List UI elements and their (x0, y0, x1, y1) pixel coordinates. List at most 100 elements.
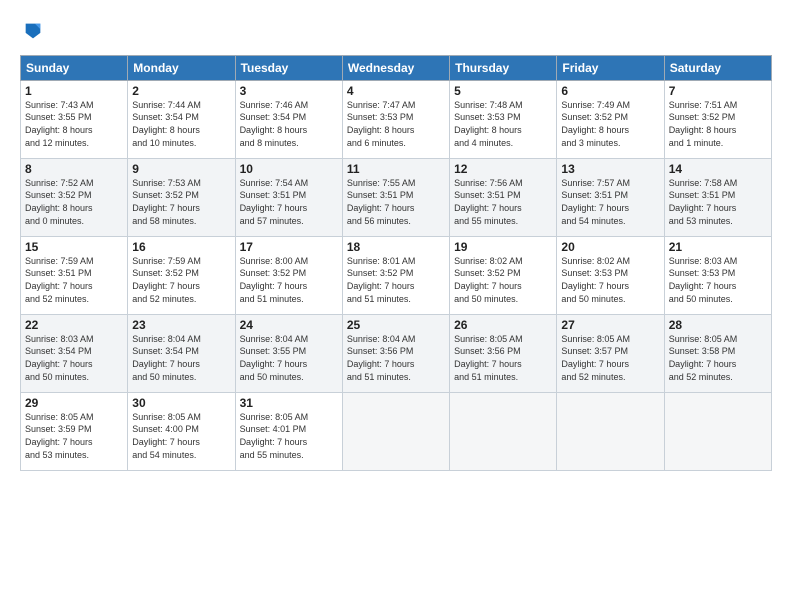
calendar-cell (557, 392, 664, 470)
cell-text: Sunrise: 7:43 AM Sunset: 3:55 PM Dayligh… (25, 99, 123, 149)
day-number: 16 (132, 240, 230, 254)
day-number: 30 (132, 396, 230, 410)
calendar-week-row: 8Sunrise: 7:52 AM Sunset: 3:52 PM Daylig… (21, 158, 772, 236)
cell-text: Sunrise: 8:02 AM Sunset: 3:52 PM Dayligh… (454, 255, 552, 305)
calendar-cell: 4Sunrise: 7:47 AM Sunset: 3:53 PM Daylig… (342, 80, 449, 158)
day-number: 29 (25, 396, 123, 410)
calendar-cell: 6Sunrise: 7:49 AM Sunset: 3:52 PM Daylig… (557, 80, 664, 158)
day-number: 4 (347, 84, 445, 98)
day-number: 10 (240, 162, 338, 176)
calendar-cell: 23Sunrise: 8:04 AM Sunset: 3:54 PM Dayli… (128, 314, 235, 392)
calendar-cell (450, 392, 557, 470)
calendar-cell: 10Sunrise: 7:54 AM Sunset: 3:51 PM Dayli… (235, 158, 342, 236)
day-number: 13 (561, 162, 659, 176)
calendar-cell: 3Sunrise: 7:46 AM Sunset: 3:54 PM Daylig… (235, 80, 342, 158)
calendar-cell: 12Sunrise: 7:56 AM Sunset: 3:51 PM Dayli… (450, 158, 557, 236)
cell-text: Sunrise: 8:02 AM Sunset: 3:53 PM Dayligh… (561, 255, 659, 305)
cell-text: Sunrise: 7:49 AM Sunset: 3:52 PM Dayligh… (561, 99, 659, 149)
day-number: 8 (25, 162, 123, 176)
calendar-cell: 7Sunrise: 7:51 AM Sunset: 3:52 PM Daylig… (664, 80, 771, 158)
cell-text: Sunrise: 8:03 AM Sunset: 3:54 PM Dayligh… (25, 333, 123, 383)
header-tuesday: Tuesday (235, 55, 342, 80)
calendar-cell: 1Sunrise: 7:43 AM Sunset: 3:55 PM Daylig… (21, 80, 128, 158)
day-number: 22 (25, 318, 123, 332)
day-number: 9 (132, 162, 230, 176)
cell-text: Sunrise: 8:04 AM Sunset: 3:56 PM Dayligh… (347, 333, 445, 383)
logo-icon (22, 20, 44, 42)
cell-text: Sunrise: 7:47 AM Sunset: 3:53 PM Dayligh… (347, 99, 445, 149)
day-number: 15 (25, 240, 123, 254)
logo (20, 20, 44, 47)
cell-text: Sunrise: 7:46 AM Sunset: 3:54 PM Dayligh… (240, 99, 338, 149)
calendar-cell: 17Sunrise: 8:00 AM Sunset: 3:52 PM Dayli… (235, 236, 342, 314)
calendar-cell: 14Sunrise: 7:58 AM Sunset: 3:51 PM Dayli… (664, 158, 771, 236)
cell-text: Sunrise: 8:01 AM Sunset: 3:52 PM Dayligh… (347, 255, 445, 305)
cell-text: Sunrise: 7:56 AM Sunset: 3:51 PM Dayligh… (454, 177, 552, 227)
cell-text: Sunrise: 7:52 AM Sunset: 3:52 PM Dayligh… (25, 177, 123, 227)
day-number: 5 (454, 84, 552, 98)
day-number: 6 (561, 84, 659, 98)
cell-text: Sunrise: 8:00 AM Sunset: 3:52 PM Dayligh… (240, 255, 338, 305)
day-number: 26 (454, 318, 552, 332)
calendar-cell: 28Sunrise: 8:05 AM Sunset: 3:58 PM Dayli… (664, 314, 771, 392)
calendar-cell (664, 392, 771, 470)
calendar-cell: 8Sunrise: 7:52 AM Sunset: 3:52 PM Daylig… (21, 158, 128, 236)
cell-text: Sunrise: 8:05 AM Sunset: 3:58 PM Dayligh… (669, 333, 767, 383)
calendar-cell: 13Sunrise: 7:57 AM Sunset: 3:51 PM Dayli… (557, 158, 664, 236)
calendar-cell: 31Sunrise: 8:05 AM Sunset: 4:01 PM Dayli… (235, 392, 342, 470)
calendar-cell (342, 392, 449, 470)
day-number: 7 (669, 84, 767, 98)
calendar-cell: 20Sunrise: 8:02 AM Sunset: 3:53 PM Dayli… (557, 236, 664, 314)
day-number: 3 (240, 84, 338, 98)
day-number: 12 (454, 162, 552, 176)
calendar-cell: 27Sunrise: 8:05 AM Sunset: 3:57 PM Dayli… (557, 314, 664, 392)
cell-text: Sunrise: 7:53 AM Sunset: 3:52 PM Dayligh… (132, 177, 230, 227)
calendar-cell: 26Sunrise: 8:05 AM Sunset: 3:56 PM Dayli… (450, 314, 557, 392)
calendar-cell: 29Sunrise: 8:05 AM Sunset: 3:59 PM Dayli… (21, 392, 128, 470)
cell-text: Sunrise: 8:05 AM Sunset: 3:57 PM Dayligh… (561, 333, 659, 383)
calendar-week-row: 1Sunrise: 7:43 AM Sunset: 3:55 PM Daylig… (21, 80, 772, 158)
cell-text: Sunrise: 7:58 AM Sunset: 3:51 PM Dayligh… (669, 177, 767, 227)
day-number: 2 (132, 84, 230, 98)
cell-text: Sunrise: 8:05 AM Sunset: 4:00 PM Dayligh… (132, 411, 230, 461)
calendar-week-row: 29Sunrise: 8:05 AM Sunset: 3:59 PM Dayli… (21, 392, 772, 470)
cell-text: Sunrise: 8:05 AM Sunset: 3:56 PM Dayligh… (454, 333, 552, 383)
calendar-cell: 16Sunrise: 7:59 AM Sunset: 3:52 PM Dayli… (128, 236, 235, 314)
header-friday: Friday (557, 55, 664, 80)
cell-text: Sunrise: 7:48 AM Sunset: 3:53 PM Dayligh… (454, 99, 552, 149)
calendar-cell: 24Sunrise: 8:04 AM Sunset: 3:55 PM Dayli… (235, 314, 342, 392)
calendar-week-row: 15Sunrise: 7:59 AM Sunset: 3:51 PM Dayli… (21, 236, 772, 314)
calendar-cell: 21Sunrise: 8:03 AM Sunset: 3:53 PM Dayli… (664, 236, 771, 314)
day-number: 14 (669, 162, 767, 176)
day-number: 21 (669, 240, 767, 254)
header-saturday: Saturday (664, 55, 771, 80)
day-number: 19 (454, 240, 552, 254)
day-number: 25 (347, 318, 445, 332)
cell-text: Sunrise: 8:03 AM Sunset: 3:53 PM Dayligh… (669, 255, 767, 305)
cell-text: Sunrise: 7:57 AM Sunset: 3:51 PM Dayligh… (561, 177, 659, 227)
calendar-cell: 9Sunrise: 7:53 AM Sunset: 3:52 PM Daylig… (128, 158, 235, 236)
calendar-week-row: 22Sunrise: 8:03 AM Sunset: 3:54 PM Dayli… (21, 314, 772, 392)
calendar-cell: 15Sunrise: 7:59 AM Sunset: 3:51 PM Dayli… (21, 236, 128, 314)
cell-text: Sunrise: 7:44 AM Sunset: 3:54 PM Dayligh… (132, 99, 230, 149)
day-number: 18 (347, 240, 445, 254)
calendar-cell: 30Sunrise: 8:05 AM Sunset: 4:00 PM Dayli… (128, 392, 235, 470)
cell-text: Sunrise: 7:55 AM Sunset: 3:51 PM Dayligh… (347, 177, 445, 227)
day-number: 20 (561, 240, 659, 254)
day-number: 23 (132, 318, 230, 332)
cell-text: Sunrise: 8:05 AM Sunset: 4:01 PM Dayligh… (240, 411, 338, 461)
day-number: 31 (240, 396, 338, 410)
day-number: 24 (240, 318, 338, 332)
day-number: 1 (25, 84, 123, 98)
calendar-cell: 2Sunrise: 7:44 AM Sunset: 3:54 PM Daylig… (128, 80, 235, 158)
day-number: 27 (561, 318, 659, 332)
cell-text: Sunrise: 7:59 AM Sunset: 3:51 PM Dayligh… (25, 255, 123, 305)
calendar-header-row: SundayMondayTuesdayWednesdayThursdayFrid… (21, 55, 772, 80)
header-sunday: Sunday (21, 55, 128, 80)
cell-text: Sunrise: 7:51 AM Sunset: 3:52 PM Dayligh… (669, 99, 767, 149)
calendar-cell: 11Sunrise: 7:55 AM Sunset: 3:51 PM Dayli… (342, 158, 449, 236)
calendar-table: SundayMondayTuesdayWednesdayThursdayFrid… (20, 55, 772, 471)
cell-text: Sunrise: 8:04 AM Sunset: 3:55 PM Dayligh… (240, 333, 338, 383)
cell-text: Sunrise: 7:54 AM Sunset: 3:51 PM Dayligh… (240, 177, 338, 227)
day-number: 28 (669, 318, 767, 332)
